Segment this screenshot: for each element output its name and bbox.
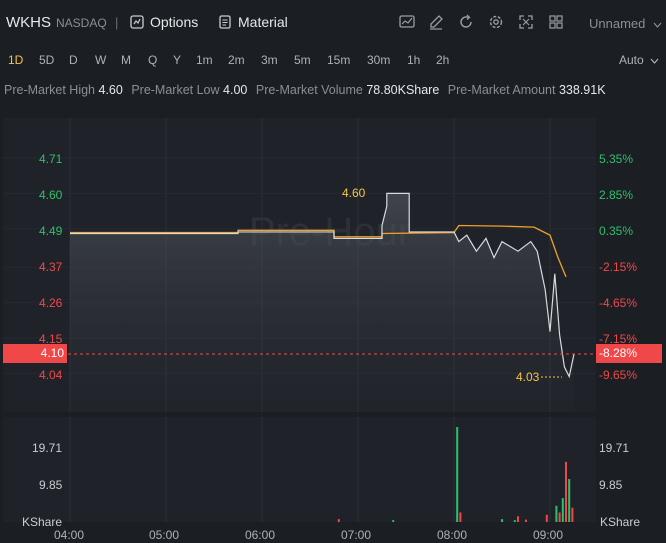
volume-bar (456, 427, 459, 522)
volume-bar (555, 505, 558, 522)
time-axis-label: 07:00 (341, 528, 372, 542)
volume-bar (525, 519, 527, 522)
volume-axis-label: 9.85 (599, 478, 623, 492)
price-axis-label: 4.26 (39, 296, 63, 310)
volume-bar (558, 512, 561, 522)
pct-axis-label: -4.65% (599, 296, 638, 310)
time-axis-label: 05:00 (149, 528, 180, 542)
time-axis-label: 08:00 (437, 528, 468, 542)
volume-bar (392, 520, 395, 522)
pct-axis-label: -2.15% (599, 260, 638, 274)
time-axis-label: 06:00 (245, 528, 276, 542)
volume-unit-label: KShare (600, 515, 641, 529)
volume-bar (337, 519, 340, 522)
pct-axis-label: 2.85% (599, 188, 634, 202)
volume-bar (501, 519, 503, 522)
current-price-tag: 4.10 (3, 344, 67, 363)
low-marker-label: 4.03 (516, 370, 540, 384)
volume-pane (3, 417, 596, 522)
price-axis-label: 4.37 (39, 260, 63, 274)
volume-bar (545, 514, 548, 522)
current-pct-tag: -8.28% (596, 344, 662, 363)
volume-bar (568, 479, 571, 522)
volume-bar (571, 507, 574, 522)
pct-axis-label: 5.35% (599, 152, 634, 166)
volume-axis-label: 19.71 (599, 441, 630, 455)
volume-bar (561, 498, 564, 522)
time-axis-label: 04:00 (54, 528, 85, 542)
high-marker-label: 4.60 (342, 186, 366, 200)
price-axis-label: 4.60 (39, 188, 63, 202)
volume-bar (565, 461, 567, 522)
pct-axis-label: -9.65% (599, 368, 638, 382)
pct-axis-label: 0.35% (599, 224, 634, 238)
price-axis-label: 4.71 (39, 152, 63, 166)
volume-bar (517, 516, 519, 522)
time-axis-label: 09:00 (533, 528, 564, 542)
volume-unit-label: KShare (22, 515, 63, 529)
price-chart[interactable]: Pre-Hour (0, 0, 666, 543)
volume-axis-label: 9.85 (39, 478, 63, 492)
price-axis-label: 4.04 (39, 368, 63, 382)
volume-bar (459, 512, 462, 522)
volume-axis-label: 19.71 (32, 441, 63, 455)
price-axis-label: 4.49 (39, 224, 63, 238)
volume-bar (513, 520, 516, 522)
